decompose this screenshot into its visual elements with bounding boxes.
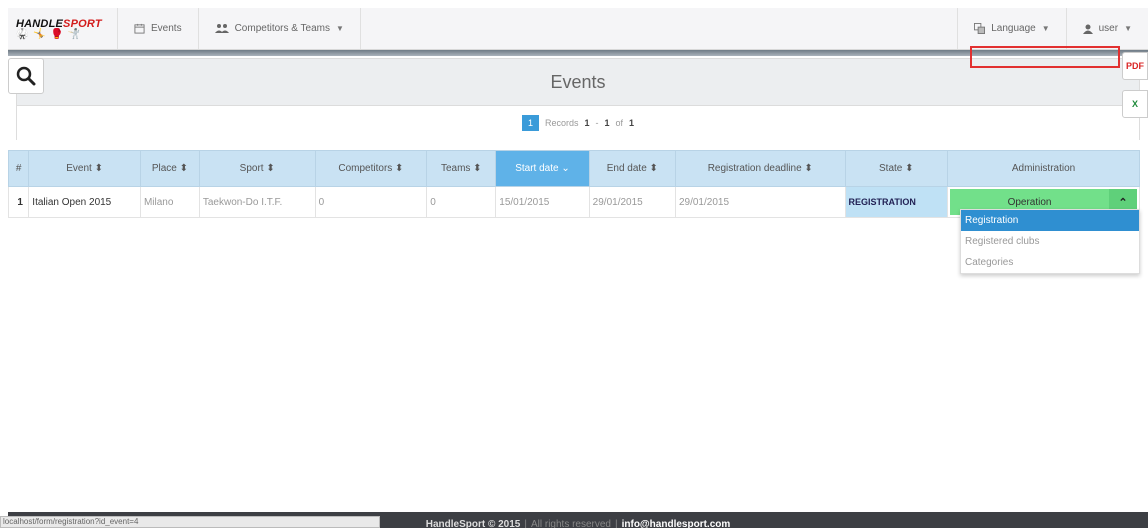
records-from: 1	[584, 118, 590, 128]
footer-email-link[interactable]: info@handlesport.com	[622, 519, 731, 528]
col-index: #	[7, 150, 30, 187]
col-teams[interactable]: Teams ⬍	[426, 150, 497, 187]
col-start-date[interactable]: Start date ⌄	[495, 150, 590, 187]
records-label: Records	[544, 118, 579, 128]
calendar-icon	[134, 23, 145, 34]
records-total: 1	[629, 118, 635, 128]
col-registration-deadline[interactable]: Registration deadline ⬍	[674, 150, 846, 187]
search-button[interactable]	[8, 58, 44, 94]
status-badge: REGISTRATION	[844, 186, 949, 218]
footer-rights: All rights reserved	[530, 518, 611, 528]
language-icon	[974, 23, 986, 34]
chevron-down-icon: ▼	[1041, 24, 1050, 33]
excel-icon[interactable]: X	[1122, 90, 1148, 118]
menu-item-categories[interactable]: Categories	[961, 252, 1139, 273]
brand-suffix: SPORT	[63, 17, 102, 30]
cell-start-date: 15/01/2015	[495, 186, 590, 218]
footer-copyright: HandleSport © 2015	[425, 518, 521, 528]
menu-item-registration[interactable]: Registration	[961, 210, 1139, 231]
col-place[interactable]: Place ⬍	[139, 150, 200, 187]
cell-sport: Taekwon-Do I.T.F.	[198, 186, 316, 218]
chevron-down-icon: ▼	[1124, 24, 1132, 33]
nav-events[interactable]: Events	[118, 8, 199, 49]
brand-name: HANDLESPORT	[16, 18, 117, 30]
footer-separator: |	[524, 518, 527, 528]
nav-language[interactable]: Language ▼	[957, 8, 1065, 49]
user-icon	[1082, 24, 1093, 34]
cell-competitors: 0	[314, 186, 428, 218]
annotation-highlight-box	[970, 46, 1120, 68]
menu-item-registered-clubs[interactable]: Registered clubs	[961, 231, 1139, 252]
users-icon	[214, 24, 229, 33]
col-state[interactable]: State ⬍	[844, 150, 949, 187]
app-frame: HANDLESPORT 🥋 🤸 🥊 🤺 Events Competitors &…	[0, 0, 1148, 528]
cell-deadline: 29/01/2015	[674, 186, 846, 218]
footer-separator: |	[615, 518, 618, 528]
records-to: 1	[604, 118, 610, 128]
col-competitors[interactable]: Competitors ⬍	[314, 150, 428, 187]
nav-user-label: user	[1098, 23, 1119, 34]
pdf-icon[interactable]: PDF	[1122, 52, 1148, 80]
nav-competitors-teams[interactable]: Competitors & Teams ▼	[199, 8, 361, 49]
records-of: of	[615, 118, 624, 128]
table-header-row: # Event ⬍ Place ⬍ Sport ⬍ Competitors ⬍ …	[7, 150, 1140, 187]
cell-index: 1	[7, 186, 30, 218]
nav-competitors-label: Competitors & Teams	[234, 23, 330, 34]
search-icon	[16, 66, 36, 86]
operation-menu: Registration Registered clubs Categories	[960, 209, 1140, 274]
cell-place: Milano	[139, 186, 200, 218]
navbar: HANDLESPORT 🥋 🤸 🥊 🤺 Events Competitors &…	[8, 8, 1148, 50]
col-event[interactable]: Event ⬍	[28, 150, 141, 187]
export-toolbar: PDF X	[1122, 52, 1148, 128]
brand-figures: 🥋 🤸 🥊 🤺	[16, 28, 82, 40]
nav-language-label: Language	[991, 23, 1036, 34]
chevron-down-icon: ▼	[335, 24, 344, 33]
brand-logo[interactable]: HANDLESPORT 🥋 🤸 🥊 🤺	[8, 8, 118, 49]
nav-events-label: Events	[151, 23, 182, 34]
nav-user[interactable]: user ▼	[1065, 8, 1148, 49]
brand-prefix: HANDLE	[16, 17, 64, 30]
browser-status-url: localhost/form/registration?id_event=4	[0, 516, 380, 528]
pagination: 1 Records 1 - 1 of 1	[16, 106, 1140, 140]
events-table: # Event ⬍ Place ⬍ Sport ⬍ Competitors ⬍ …	[7, 150, 1140, 218]
page-number-button[interactable]: 1	[521, 115, 539, 131]
col-end-date[interactable]: End date ⬍	[588, 150, 676, 187]
cell-end-date: 29/01/2015	[588, 186, 676, 218]
cell-teams: 0	[426, 186, 497, 218]
col-sport[interactable]: Sport ⬍	[198, 150, 316, 187]
records-dash: -	[595, 118, 599, 128]
col-administration: Administration	[947, 150, 1140, 187]
cell-event: Italian Open 2015	[28, 186, 141, 218]
